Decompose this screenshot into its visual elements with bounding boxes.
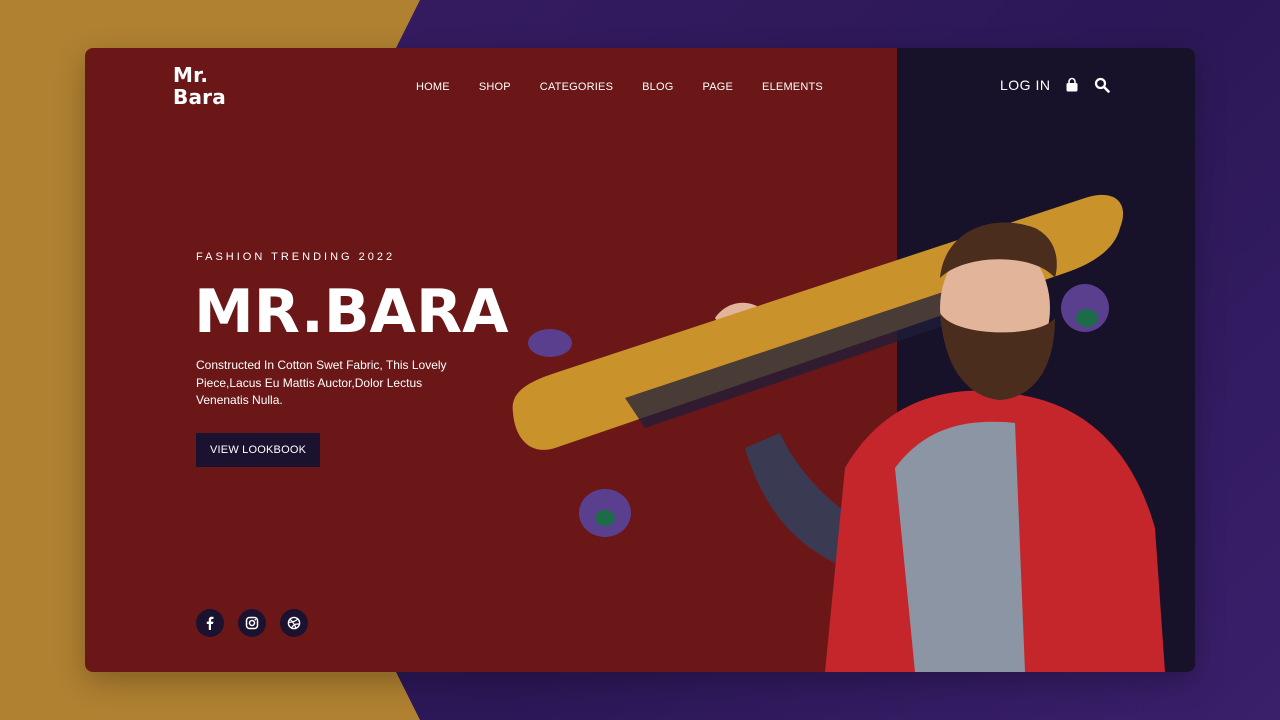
main-nav: HOME SHOP CATEGORIES BLOG PAGE ELEMENTS (416, 81, 852, 93)
brand-line-2: Bara (173, 85, 226, 109)
brand-logo[interactable]: Mr. Bara (173, 64, 226, 108)
brand-line-1: Mr. (173, 63, 209, 87)
nav-item-page[interactable]: PAGE (702, 81, 733, 93)
search-icon[interactable] (1094, 77, 1111, 93)
nav-item-blog[interactable]: BLOG (642, 81, 673, 93)
hero-card: Mr. Bara HOME SHOP CATEGORIES BLOG PAGE … (85, 48, 1195, 672)
nav-item-shop[interactable]: SHOP (479, 81, 511, 93)
facebook-icon[interactable] (196, 609, 224, 637)
header-tools: LOG IN (1000, 77, 1111, 93)
hero-description: Constructed In Cotton Swet Fabric, This … (196, 358, 447, 407)
nav-item-home[interactable]: HOME (416, 81, 450, 93)
shopping-bag-icon[interactable] (1064, 77, 1080, 93)
social-links (196, 609, 308, 637)
dribbble-icon[interactable] (280, 609, 308, 637)
view-lookbook-button[interactable]: VIEW LOOKBOOK (196, 432, 321, 467)
nav-item-elements[interactable]: ELEMENTS (762, 81, 823, 93)
nav-item-categories[interactable]: CATEGORIES (540, 81, 613, 93)
login-link[interactable]: LOG IN (1000, 77, 1050, 93)
instagram-icon[interactable] (238, 609, 266, 637)
hero-model-image (512, 194, 1165, 672)
